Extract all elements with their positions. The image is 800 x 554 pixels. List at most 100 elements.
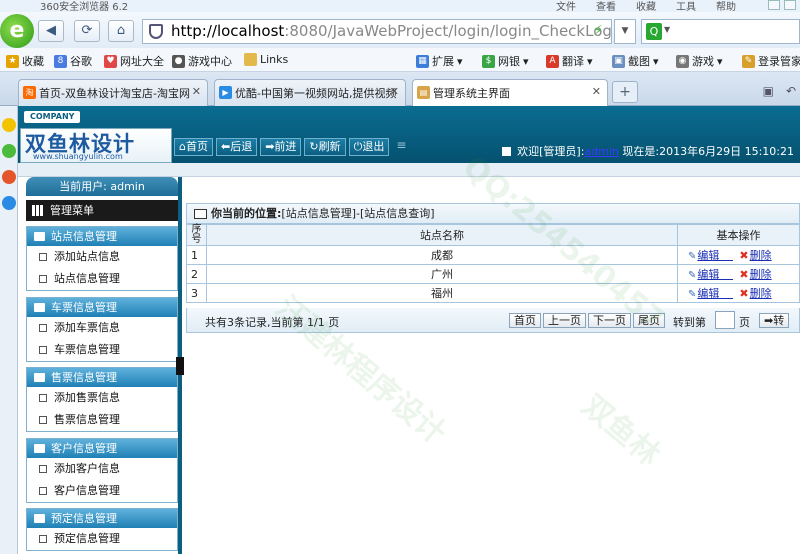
new-tab-button[interactable]: + xyxy=(612,81,638,103)
back-icon: ⬅ xyxy=(220,140,231,153)
speed-mode-icon[interactable]: ⚡ xyxy=(593,20,603,43)
extensions-icon: ▦ xyxy=(416,54,429,68)
tool-translate[interactable]: A 翻译 ▾ xyxy=(546,53,593,69)
menu-group-customer: 客户信息管理 添加客户信息 客户信息管理 xyxy=(26,438,178,503)
last-page-button[interactable]: 尾页 xyxy=(633,313,665,328)
reload-icon[interactable]: ⟳ xyxy=(74,20,100,42)
table-row: 1 成都 ✎编辑 ✖删除 xyxy=(186,245,800,265)
menu-group-header[interactable]: 客户信息管理 xyxy=(27,439,177,458)
search-engine-icon[interactable]: Q xyxy=(646,23,662,40)
nav-forward-button[interactable]: ➡前进 xyxy=(260,138,302,156)
screenshot-icon: ▣ xyxy=(612,54,625,68)
close-icon[interactable]: ✕ xyxy=(390,85,399,98)
menu-item-add-ticket[interactable]: 添加车票信息 xyxy=(27,317,177,339)
chat-icon[interactable] xyxy=(2,144,16,158)
close-icon[interactable]: ✕ xyxy=(192,85,201,98)
row-station-name: 成都 xyxy=(206,245,678,265)
menu-group-header[interactable]: 预定信息管理 xyxy=(27,509,177,528)
browser-logo-icon[interactable]: e xyxy=(0,14,34,48)
goto-page-input[interactable] xyxy=(715,311,735,329)
address-bar[interactable]: http://localhost:8080/JavaWebProject/log… xyxy=(142,19,612,44)
tab-youku[interactable]: ▶ 优酷-中国第一视频网站,提供视频 ✕ xyxy=(214,79,406,106)
home-icon[interactable]: ⌂ xyxy=(108,20,134,42)
first-page-button[interactable]: 首页 xyxy=(509,313,541,328)
edit-link[interactable]: 编辑 xyxy=(697,249,719,262)
fav-game-center[interactable]: ● 游戏中心 xyxy=(172,53,232,69)
delete-link[interactable]: 删除 xyxy=(750,249,772,262)
delete-x-icon: ✖ xyxy=(739,249,749,262)
url-host: http://localhost xyxy=(171,22,285,40)
menu-item-manage-booking[interactable]: 预定信息管理 xyxy=(27,528,177,550)
search-engine-dropdown-icon[interactable]: ▼ xyxy=(664,25,670,34)
page-icon xyxy=(39,465,47,473)
undo-close-icon[interactable]: ↶ xyxy=(786,84,796,98)
nav-refresh-button[interactable]: ↻刷新 xyxy=(304,138,346,156)
refresh-icon: ↻ xyxy=(309,140,319,153)
browser-navbar: e ◀ ⟳ ⌂ http://localhost:8080/JavaWebPro… xyxy=(0,12,800,48)
edit-link[interactable]: 编辑 xyxy=(697,287,719,300)
weibo-icon[interactable] xyxy=(2,170,16,184)
tab-admin-main[interactable]: ▤ 管理系统主界面 ✕ xyxy=(412,79,608,107)
menu-group-header[interactable]: 车票信息管理 xyxy=(27,298,177,317)
minimize-icon[interactable] xyxy=(768,0,780,10)
menu-item-manage-ticket[interactable]: 车票信息管理 xyxy=(27,339,177,361)
tab-list-icon[interactable]: ▣ xyxy=(763,84,774,98)
pagination-buttons: 首页 上一页 下一页 尾页 xyxy=(509,313,665,328)
now-label: 现在是: xyxy=(622,145,660,158)
fav-sites[interactable]: ♥ 网址大全 xyxy=(104,53,164,69)
folder-icon xyxy=(244,53,257,66)
favorites-bar: ★ 收藏 8 谷歌 ♥ 网址大全 ● 游戏中心 Links ▦ 扩展 ▾ $ 网银 ▾ A翻… xyxy=(0,48,800,72)
close-icon[interactable]: ✕ xyxy=(592,85,601,98)
collapse-arrow-icon[interactable] xyxy=(176,357,184,375)
delete-link[interactable]: 删除 xyxy=(750,287,772,300)
fav-google[interactable]: 8 谷歌 xyxy=(54,53,92,69)
tool-extensions[interactable]: ▦ 扩展 ▾ xyxy=(416,53,463,69)
nav-back-button[interactable]: ⬅后退 xyxy=(215,138,258,156)
menu-item-add-station[interactable]: 添加站点信息 xyxy=(27,246,177,268)
menu-group-sale: 售票信息管理 添加售票信息 售票信息管理 xyxy=(26,367,178,432)
next-page-button[interactable]: 下一页 xyxy=(588,313,631,328)
bank-icon: $ xyxy=(482,54,495,68)
back-arrow-icon[interactable]: ◀ xyxy=(38,20,64,42)
url-path: :8080/JavaWebProject/login/login_CheckLo… xyxy=(284,22,612,40)
search-box[interactable]: Q ▼ xyxy=(641,19,800,44)
nav-home-button[interactable]: ⌂首页 xyxy=(174,138,213,156)
window-controls xyxy=(768,0,796,10)
page-icon xyxy=(39,394,47,402)
pagination-bar: 共有3条记录,当前第 1/1 页 首页 上一页 下一页 尾页 转到第 页 ➡转 xyxy=(186,308,800,333)
app-icon[interactable] xyxy=(2,196,16,210)
menu-group-header[interactable]: 售票信息管理 xyxy=(27,368,177,387)
tool-screenshot[interactable]: ▣ 截图 ▾ xyxy=(612,53,659,69)
favorites-star-icon[interactable] xyxy=(2,118,16,132)
menu-item-add-sale[interactable]: 添加售票信息 xyxy=(27,387,177,409)
menu-group-header[interactable]: 站点信息管理 xyxy=(27,227,177,246)
page-icon xyxy=(39,535,47,543)
welcome-user-link[interactable]: admin xyxy=(584,145,618,158)
fav-links[interactable]: Links xyxy=(244,53,288,66)
menu-item-add-customer[interactable]: 添加客户信息 xyxy=(27,458,177,480)
edit-link[interactable]: 编辑 xyxy=(697,268,719,281)
row-operations: ✎编辑 ✖删除 xyxy=(677,283,800,303)
close-window-icon[interactable] xyxy=(784,0,796,10)
goto-button[interactable]: ➡转 xyxy=(759,313,790,328)
address-dropdown-icon[interactable]: ▼ xyxy=(614,19,636,44)
sidebar-splitter[interactable] xyxy=(176,177,184,554)
tool-bank[interactable]: $ 网银 ▾ xyxy=(482,53,529,69)
site-logo-url: www.shuangyulin.com xyxy=(33,152,123,161)
menu-group-booking: 预定信息管理 预定信息管理 xyxy=(26,508,178,551)
pagination-summary: 共有3条记录,当前第 1/1 页 xyxy=(205,316,340,329)
page-icon xyxy=(39,346,47,354)
tool-login-manager[interactable]: ✎ 登录管家 xyxy=(742,53,800,69)
nav-logout-button[interactable]: ⏻退出 xyxy=(348,138,390,156)
menu-item-manage-station[interactable]: 站点信息管理 xyxy=(27,268,177,290)
prev-page-button[interactable]: 上一页 xyxy=(543,313,586,328)
tab-taobao[interactable]: 淘 首页-双鱼林设计淘宝店-淘宝网 ✕ xyxy=(18,79,208,106)
col-station-name: 站点名称 xyxy=(206,224,678,246)
tool-games[interactable]: ◉ 游戏 ▾ xyxy=(676,53,723,69)
menu-item-manage-sale[interactable]: 售票信息管理 xyxy=(27,409,177,431)
folder-icon xyxy=(34,444,45,453)
menu-item-manage-customer[interactable]: 客户信息管理 xyxy=(27,480,177,502)
delete-link[interactable]: 删除 xyxy=(750,268,772,281)
sites-icon: ♥ xyxy=(104,54,117,68)
fav-favorites[interactable]: ★ 收藏 xyxy=(6,53,44,69)
